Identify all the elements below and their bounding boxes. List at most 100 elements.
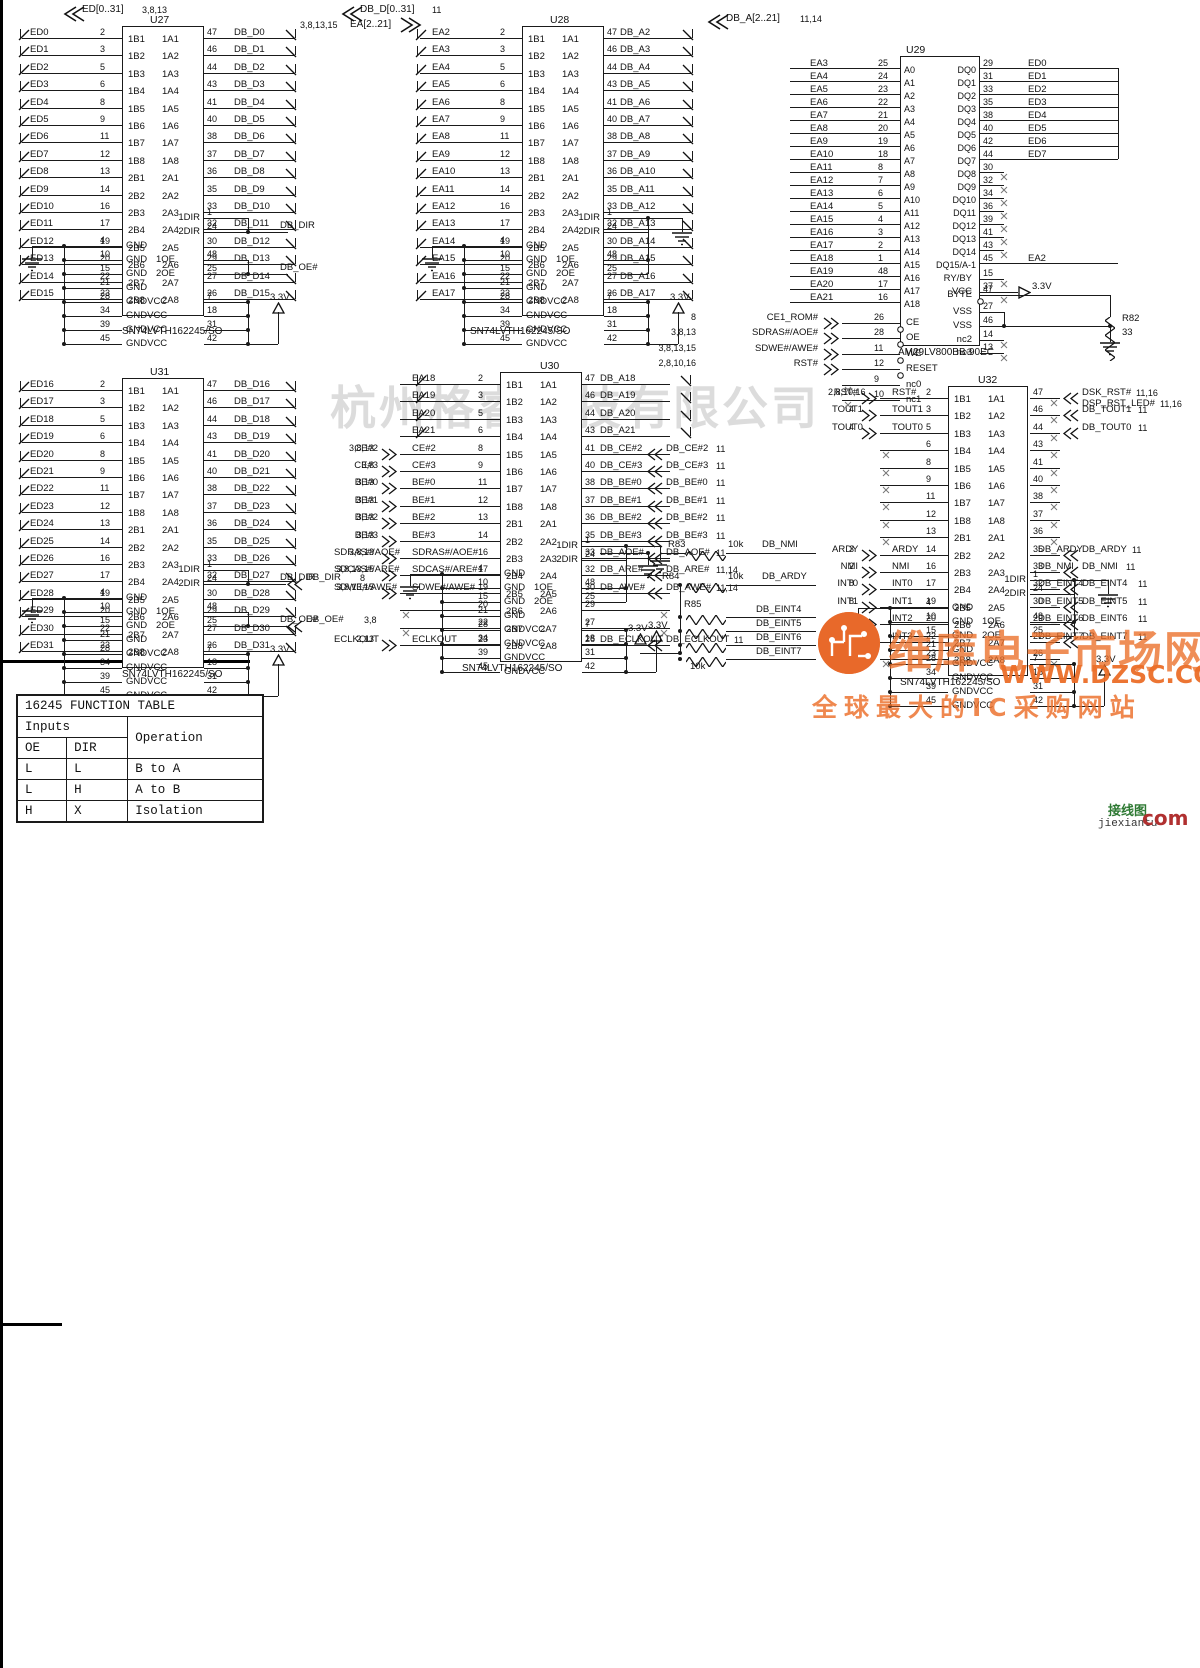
offpage-u31-oe[interactable] [286,620,306,638]
function-table-row: LHA to B [16,779,264,801]
pin-name-u27-b-6: 1B7 [128,138,145,150]
pin-number-u28-right-8: 36 [607,166,618,177]
offpage-u32-right-2[interactable] [1062,427,1082,445]
pin-number-u30-left-1: 3 [478,390,484,401]
offpage-u32-left-11[interactable] [860,583,880,601]
ground-symbol-u28-dir [671,232,693,251]
offpage-u30-right-4[interactable] [646,448,666,466]
pin-number-u30-right-6: 38 [585,477,596,488]
offpage-u29-ctrl-3[interactable] [822,363,842,381]
pin-name-u27-b-2: 1B3 [128,68,145,80]
bus-stub-u31-left-0 [20,381,21,390]
wire-u27-gnd-5 [64,316,122,317]
pin-name-u27-a-6: 1A7 [162,138,179,150]
offpage-u32-right-0[interactable] [1062,392,1082,410]
bus-stub-u28-left-12 [417,237,418,247]
wire-u27-right-0 [204,38,295,39]
offpage-u32-left-1[interactable] [860,409,880,427]
wire-u31-right-0 [204,390,295,391]
net-label-u27-right-12: DB_D12 [234,235,270,247]
wire-u28-gnd-3 [464,288,522,289]
offpage-u30-right-12[interactable] [646,587,666,605]
pin-number-u29-dq-2: 33 [983,84,994,94]
pin-number-u29-cr-6: 13 [983,342,994,352]
wire-u30-gnd-3 [442,616,500,617]
pin-name-u31-gnd1: GND [126,592,148,603]
net-label-u31-left-7: ED23 [30,500,54,512]
pin-number-u28-left-0: 2 [500,27,506,37]
wire-u31-gnd-5 [64,668,122,669]
bus-stub-u27-left-2 [20,63,21,73]
pin-name-u28-2dir: 2DIR [578,226,600,237]
wire-u31-gnd-1 [64,612,122,613]
offpage-u30-right-8[interactable] [646,517,666,535]
pin-number-u32-right-5: 40 [1033,474,1044,484]
pin-number-u30-vcc-0: 7 [585,619,591,629]
wire-u28-gnd-5 [464,316,522,317]
offpage-u31-dir[interactable] [286,578,306,596]
pin-name-u30-b-4: 1B5 [506,449,523,461]
offpage-u32-left-2[interactable] [860,427,880,445]
wire-u32-dir-link [1074,580,1075,594]
pin-name-u28-gndvcc3: GNDVCC [526,324,568,335]
supply-label-u29: 3.3V [1032,281,1052,292]
pin-name-u30-gnd3: GND [504,596,526,607]
net-label-u31-right-3: DB_D19 [234,431,270,443]
wire-u27-dir-net [248,232,288,233]
pin-name-u30-gndvcc1: GNDVCC [504,624,546,635]
offpage-u30-right-5[interactable] [646,465,666,483]
pin-name-u31-b-5: 1B6 [128,473,145,484]
net-label-u31-left-3: ED19 [30,431,54,443]
wire-u29-dq-1 [980,81,1118,82]
pin-number-u27-oe1: 48 [207,249,218,259]
net-label-u29-ctrl-3: RST# [793,358,818,370]
net-label-u27-left-10: ED10 [30,201,54,212]
wire-u29-dq-6 [980,146,1118,147]
pin-name-u29-dq-11: DQ11 [953,208,976,218]
wire-pullup-supply [640,653,680,654]
no-connect-u30-left-13 [402,606,410,624]
chip-label-u30: U30 [540,360,560,372]
pin-number-u31-left-3: 6 [100,431,106,442]
wire-u30-vcc-to-sym [626,672,656,673]
wire-u31-right-14 [204,633,295,635]
offpage-u30-right-6[interactable] [646,482,666,500]
offpage-u32-right-1[interactable] [1062,409,1082,427]
wire-u32-left-10 [880,572,948,573]
net-label-u32-left-10: NMI [892,561,910,572]
pin-number-u30-right-8: 36 [585,512,596,523]
pin-name-u29-dq-14: DQ14 [952,247,976,257]
pin-number-u29-ctrl-0: 26 [874,311,885,322]
offpage-u30-left-7[interactable] [380,500,400,518]
wire-u28-right-3 [604,90,692,92]
pin-number-u31-left-2: 5 [100,413,106,424]
pin-number-u31-left-11: 17 [100,570,111,581]
pin-name-u32-a-4: 1A5 [988,463,1005,475]
bus-stub-u27-right-5 [295,116,296,125]
offpage-u30-left-8[interactable] [380,517,400,535]
net-label-u29-ctrl-0: CE1_ROM# [766,311,818,323]
wire-u28-vcc-0 [604,302,648,303]
supply-label-pullups: 3.3V [628,623,648,634]
bus-stub-u27-left-0 [20,29,21,38]
wire-u31-right-2 [204,424,295,426]
offpage-u30-left-5[interactable] [380,465,400,483]
offpage-u32-left-9[interactable] [860,549,880,567]
pin-number-u27-left-10: 16 [100,201,111,211]
no-connect-u29-cr-1 [1000,291,1008,309]
sheet-ref-u30-rport-7: 11 [716,495,726,506]
wire-u32-gnd-0 [890,608,948,609]
offpage-u32-left-10[interactable] [860,566,880,584]
bus-stub-u28-left-5 [417,116,418,125]
offpage-u30-left-6[interactable] [380,482,400,500]
wire-u28-dir1 [604,218,648,219]
offpage-u30-right-7[interactable] [646,500,666,518]
offpage-u30-left-15[interactable] [380,639,400,657]
function-table-body: LLB to ALHA to B H X Isolation [16,758,264,823]
offpage-u30-right-9[interactable] [646,535,666,553]
wire-u32-right-9 [1030,554,1060,556]
pin-name-u28-gnd4: GND [526,282,548,293]
net-label-u31-left-4: ED20 [30,448,54,460]
offpage-u30-left-4[interactable] [380,448,400,466]
pin-number-u27-gnd-2: 15 [100,263,111,273]
